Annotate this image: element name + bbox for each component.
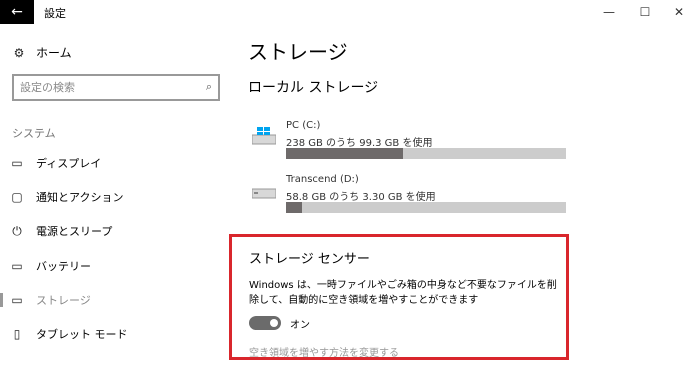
close-button[interactable]: ✕	[662, 0, 696, 24]
storage-sense-panel: ストレージ センサー Windows は、一時ファイルやごみ箱の中身など不要なフ…	[229, 234, 569, 360]
sidebar-item-label: タブレット モード	[36, 328, 128, 341]
maximize-icon: ☐	[639, 5, 651, 19]
drive-d[interactable]: Transcend (D:) 58.8 GB のうち 3.30 GB を使用	[252, 174, 572, 216]
sidebar: ⚙ ホーム ⌕ システム ▭ ディスプレイ ▢ 通知とアクション ⏻ 電源とスリ…	[0, 24, 232, 365]
drive-usage-bar	[286, 202, 566, 213]
drive-c[interactable]: PC (C:) 238 GB のうち 99.3 GB を使用	[252, 120, 572, 162]
back-button[interactable]: ←	[0, 0, 34, 24]
sidebar-item-label: 電源とスリープ	[36, 225, 113, 238]
storage-sense-toggle[interactable]	[249, 316, 281, 330]
minimize-button[interactable]: —	[592, 0, 626, 24]
drive-usage: 238 GB のうち 99.3 GB を使用	[286, 138, 433, 149]
sidebar-item-home[interactable]: ⚙ ホーム	[12, 44, 72, 61]
sidebar-item-tablet-mode[interactable]: ▯ タブレット モード	[0, 321, 232, 347]
sidebar-item-label: ストレージ	[36, 294, 91, 307]
sidebar-item-label: ディスプレイ	[36, 157, 102, 170]
minimize-icon: —	[603, 5, 615, 19]
sidebar-item-storage[interactable]: ▭ ストレージ	[0, 287, 232, 313]
sidebar-item-label: バッテリー	[36, 260, 91, 273]
drive-icon	[252, 188, 276, 199]
power-icon: ⏻	[12, 223, 22, 238]
page-title: ストレージ	[248, 40, 348, 64]
storage-sense-title: ストレージ センサー	[249, 252, 370, 267]
drive-usage-bar	[286, 148, 566, 159]
storage-icon: ▭	[11, 293, 23, 307]
sidebar-item-display[interactable]: ▭ ディスプレイ	[0, 150, 232, 176]
toggle-knob	[270, 319, 278, 327]
maximize-button[interactable]: ☐	[628, 0, 662, 24]
close-icon: ✕	[673, 5, 685, 19]
change-free-space-link[interactable]: 空き領域を増やす方法を変更する	[249, 344, 399, 359]
search-input[interactable]	[14, 76, 194, 99]
sidebar-item-power[interactable]: ⏻ 電源とスリープ	[0, 218, 232, 244]
windows-drive-icon	[252, 127, 276, 145]
back-arrow-icon: ←	[11, 4, 23, 20]
notification-icon: ▢	[11, 190, 23, 204]
sidebar-item-battery[interactable]: ▭ バッテリー	[0, 253, 232, 279]
drive-usage-bar-fill	[286, 202, 302, 213]
window-title: 設定	[44, 7, 66, 20]
tablet-icon: ▯	[13, 327, 21, 341]
section-label-system: システム	[12, 127, 56, 140]
drive-name: PC (C:)	[286, 120, 321, 131]
monitor-icon: ▭	[11, 156, 23, 170]
sidebar-item-label: ホーム	[36, 46, 72, 60]
search-box[interactable]: ⌕	[12, 74, 220, 101]
storage-sense-description: Windows は、一時ファイルやごみ箱の中身など不要なファイルを削除して、自動…	[249, 280, 557, 306]
section-title-local-storage: ローカル ストレージ	[248, 80, 379, 96]
drive-usage-bar-fill	[286, 148, 403, 159]
sidebar-item-label: 通知とアクション	[36, 191, 124, 204]
title-bar: ← 設定 — ☐ ✕	[0, 0, 696, 24]
toggle-state-label: オン	[290, 320, 310, 331]
drive-usage: 58.8 GB のうち 3.30 GB を使用	[286, 192, 436, 203]
search-icon[interactable]: ⌕	[206, 80, 212, 94]
sidebar-item-notifications[interactable]: ▢ 通知とアクション	[0, 184, 232, 210]
drive-name: Transcend (D:)	[286, 174, 359, 185]
gear-icon: ⚙	[13, 45, 25, 60]
battery-icon: ▭	[11, 259, 23, 273]
